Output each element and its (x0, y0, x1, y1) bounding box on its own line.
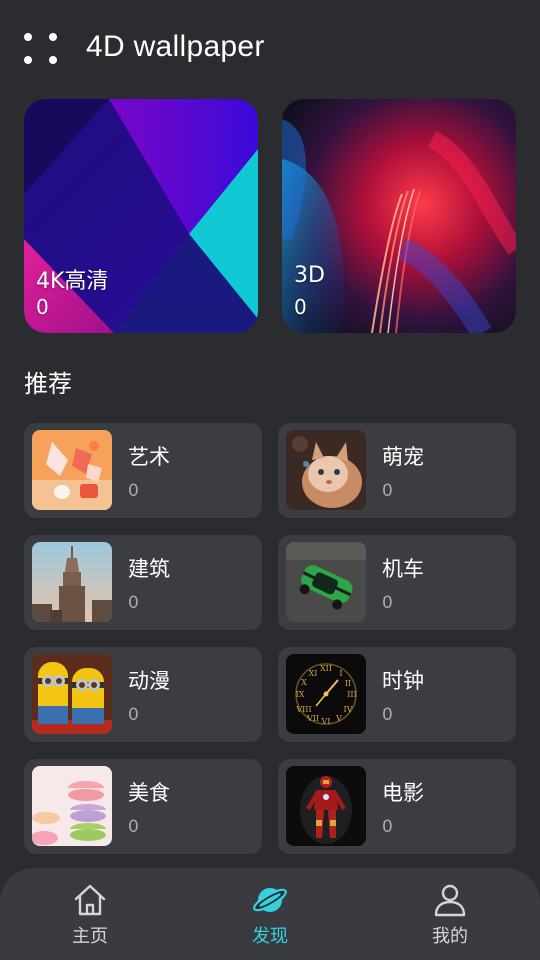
category-count: 0 (128, 817, 139, 837)
category-name: 建筑 (128, 557, 170, 581)
category-count: 0 (382, 705, 393, 725)
discover-page: 4D wallpaper 4K高清 0 3D 0 推荐 艺术 0 萌宠 0 建筑… (0, 0, 540, 960)
green-car-thumbnail (286, 542, 366, 622)
nav-item-home[interactable]: 主页 (30, 882, 150, 952)
category-count: 0 (128, 705, 139, 725)
nav-item-discover[interactable]: 发现 (210, 882, 330, 952)
svg-text:III: III (347, 690, 356, 699)
svg-text:IV: IV (344, 705, 353, 714)
category-card-vehicles[interactable]: 机车 0 (278, 535, 516, 630)
category-count: 0 (382, 593, 393, 613)
clock-thumbnail: XII III VI IX I II IV V VII VIII X XI (286, 654, 366, 734)
featured-title: 4K高清 (36, 269, 109, 294)
abstract-light-wallpaper-image (282, 99, 516, 333)
category-card-architecture[interactable]: 建筑 0 (24, 535, 262, 630)
featured-count: 0 (36, 295, 49, 319)
category-name: 美食 (128, 781, 170, 805)
category-count: 0 (128, 481, 139, 501)
category-count: 0 (382, 481, 393, 501)
category-card-anime[interactable]: 动漫 0 (24, 647, 262, 742)
grid-dots-icon[interactable] (24, 33, 58, 67)
category-name: 时钟 (382, 669, 424, 693)
svg-text:XI: XI (309, 669, 318, 678)
section-title-recommended: 推荐 (24, 370, 72, 398)
svg-text:VI: VI (321, 717, 331, 726)
category-card-food[interactable]: 美食 0 (24, 759, 262, 854)
nav-label-profile: 我的 (432, 926, 468, 947)
nav-label-discover: 发现 (252, 926, 288, 947)
cat-thumbnail (286, 430, 366, 510)
category-name: 萌宠 (382, 445, 424, 469)
geometric-wallpaper-image (24, 99, 258, 333)
category-card-art[interactable]: 艺术 0 (24, 423, 262, 518)
svg-text:VIII: VIII (295, 705, 311, 714)
svg-text:IX: IX (296, 690, 305, 699)
svg-text:XII: XII (320, 664, 332, 673)
minions-thumbnail (32, 654, 112, 734)
category-card-pets[interactable]: 萌宠 0 (278, 423, 516, 518)
svg-text:V: V (335, 714, 342, 723)
macarons-thumbnail (32, 766, 112, 846)
svg-text:X: X (301, 678, 307, 687)
category-name: 机车 (382, 557, 424, 581)
svg-text:II: II (345, 679, 351, 688)
category-count: 0 (128, 593, 139, 613)
featured-4k-card[interactable]: 4K高清 0 (24, 99, 258, 333)
category-count: 0 (382, 817, 393, 837)
category-name: 艺术 (128, 445, 170, 469)
nav-item-profile[interactable]: 我的 (390, 882, 510, 952)
home-icon (74, 884, 106, 916)
featured-title: 3D (294, 263, 325, 288)
user-icon (434, 884, 466, 917)
category-name: 电影 (382, 781, 424, 805)
app-title: 4D wallpaper (86, 30, 265, 63)
ironman-thumbnail (286, 766, 366, 846)
art-thumbnail (32, 430, 112, 510)
featured-3d-card[interactable]: 3D 0 (282, 99, 516, 333)
app-header: 4D wallpaper (0, 0, 540, 100)
bottom-navigation: 主页 发现 我的 (0, 868, 540, 960)
featured-count: 0 (294, 295, 307, 319)
svg-text:VII: VII (306, 714, 319, 723)
category-card-clock[interactable]: XII III VI IX I II IV V VII VIII X XI 时钟… (278, 647, 516, 742)
category-card-movies[interactable]: 电影 0 (278, 759, 516, 854)
svg-text:I: I (339, 669, 342, 678)
planet-icon (253, 888, 287, 912)
skyscraper-thumbnail (32, 542, 112, 622)
nav-label-home: 主页 (72, 926, 108, 947)
category-name: 动漫 (128, 669, 170, 693)
